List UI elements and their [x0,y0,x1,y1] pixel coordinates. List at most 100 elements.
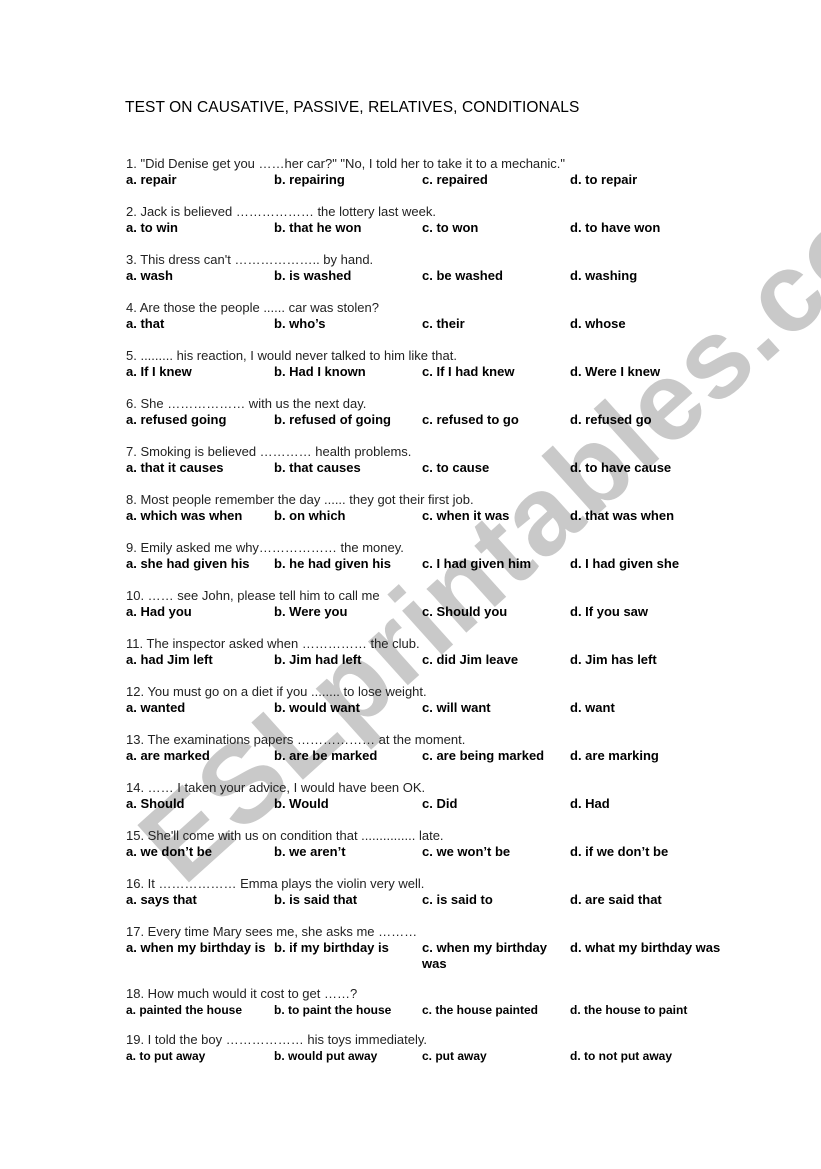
question-item: 7. Smoking is believed ………… health probl… [126,443,746,491]
question-item: 6. She ……………… with us the next day. a. re… [126,395,746,443]
answer-option-b: b. that he won [274,220,362,235]
answer-option-c: c. If I had knew [422,364,515,379]
answer-option-c: c. will want [422,700,491,715]
answer-option-b: b. he had given his [274,556,392,571]
answer-option-d: d. to have cause [570,460,672,475]
question-stem: 1. "Did Denise get you ……her car?" "No, … [126,156,565,171]
answer-option-b: b. if my birthday is [274,940,389,955]
answer-option-b: b. on which [274,508,346,523]
answer-option-a: a. Should [126,796,185,811]
question-item: 14. …… I taken your advice, I would have… [126,779,746,827]
answer-option-a: a. If I knew [126,364,192,379]
answer-option-d: d. if we don’t be [570,844,669,859]
answer-option-c: c. when it was [422,508,510,523]
answer-option-d: d. want [570,700,615,715]
question-item: 2. Jack is believed ……………… the lottery l… [126,203,746,251]
page-title: TEST ON CAUSATIVE, PASSIVE, RELATIVES, C… [125,99,580,116]
question-stem: 9. Emily asked me why……………… the money. [126,540,404,555]
answer-options: a. If I knew b. Had I known c. If I had kn… [126,364,746,380]
answer-options: a. that it causes b. that causes c. to cau… [126,460,746,476]
answer-option-b: b. is said that [274,892,358,907]
question-stem: 10. …… see John, please tell him to call… [126,588,380,603]
answer-option-a: a. when my birthday is [126,940,266,955]
answer-option-a: a. we don’t be [126,844,212,859]
answer-option-b: b. refused of going [274,412,391,427]
question-stem: 8. Most people remember the day ...... t… [126,492,474,507]
answer-option-c: c. be washed [422,268,503,283]
answer-option-c: c. we won’t be [422,844,511,859]
answer-option-b: b. would want [274,700,360,715]
question-stem: 3. This dress can't ……………….. by hand. [126,252,374,267]
answer-option-c: c. to cause [422,460,490,475]
question-stem: 16. It ……………… Emma plays the violin very… [126,876,425,891]
answer-option-c: c. Should you [422,604,508,619]
answer-option-c: c. to won [422,220,479,235]
answer-option-a: a. wash [126,268,173,283]
answer-option-b: b. Jim had left [274,652,362,667]
answer-option-d: d. what my birthday was [570,940,721,955]
answer-option-b: b. Were you [274,604,348,619]
answer-option-a: a. repair [126,172,177,187]
answer-option-d: d. whose [570,316,626,331]
question-stem: 5. ......... his reaction, I would never… [126,348,457,363]
answer-options: a. to win b. that he won c. to won d. to ha… [126,220,746,236]
answer-option-d: d. to repair [570,172,638,187]
answer-option-a: a. she had given his [126,556,250,571]
question-list: 1. "Did Denise get you ……her car?" "No, … [126,155,746,1079]
question-stem: 15. She'll come with us on condition tha… [126,828,444,843]
answer-option-a: a. to put away [126,1049,206,1063]
answer-option-d: d. are marking [570,748,659,763]
question-item: 17. Every time Mary sees me, she asks me… [126,923,746,985]
answer-option-c: c. are being marked [422,748,545,763]
answer-option-a: a. to win [126,220,178,235]
question-stem: 19. I told the boy ……………… his toys immed… [126,1032,428,1047]
answer-options: a. to put away b. would put away c. put aw… [126,1048,746,1064]
answer-option-a: a. wanted [126,700,186,715]
answer-option-d: d. Were I knew [570,364,661,379]
question-item: 1. "Did Denise get you ……her car?" "No, … [126,155,746,203]
answer-option-b: b. would put away [274,1049,378,1063]
answer-options: a. Had you b. Were you c. Should you d. If … [126,604,746,620]
question-item: 13. The examinations papers ……………… at th… [126,731,746,779]
answer-option-b: b. Would [274,796,329,811]
answer-option-b: b. are be marked [274,748,378,763]
answer-option-d: d. are said that [570,892,662,907]
question-item: 9. Emily asked me why……………… the money. a.… [126,539,746,587]
answer-options: a. that b. who’s c. their d. whose [126,316,746,332]
question-stem: 11. The inspector asked when …………… the c… [126,636,420,651]
question-item: 15. She'll come with us on condition tha… [126,827,746,875]
answer-option-a: a. Had you [126,604,192,619]
answer-options: a. painted the house b. to paint the hous… [126,1002,746,1018]
answer-options: a. which was when b. on which c. when it w… [126,508,746,524]
question-stem: 17. Every time Mary sees me, she asks me… [126,924,418,939]
answer-option-a: a. which was when [126,508,243,523]
answer-option-c: c. put away [422,1049,487,1063]
answer-options: a. repair b. repairing c. repaired d. to re… [126,172,746,188]
question-item: 8. Most people remember the day ...... t… [126,491,746,539]
answer-option-c: c. refused to go [422,412,519,427]
answer-option-a: a. painted the house [126,1003,243,1017]
answer-option-b: b. repairing [274,172,345,187]
answer-option-d: d. washing [570,268,638,283]
answer-option-a: a. that it causes [126,460,224,475]
answer-options: a. we don’t be b. we aren’t c. we won’t be… [126,844,746,860]
answer-option-b: b. that causes [274,460,361,475]
question-item: 3. This dress can't ……………….. by hand. a. … [126,251,746,299]
answer-option-d: d. I had given she [570,556,680,571]
answer-option-c: c. is said to [422,892,493,907]
answer-option-c: c. the house painted [422,1003,539,1017]
answer-option-d: d. that was when [570,508,675,523]
answer-option-c: c. repaired [422,172,488,187]
question-item: 16. It ……………… Emma plays the violin very… [126,875,746,923]
answer-option-b: b. to paint the house [274,1003,392,1017]
question-item: 10. …… see John, please tell him to call… [126,587,746,635]
question-stem: 6. She ……………… with us the next day. [126,396,367,411]
question-stem: 7. Smoking is believed ………… health probl… [126,444,412,459]
question-stem: 4. Are those the people ...... car was s… [126,300,379,315]
answer-option-d: d. If you saw [570,604,649,619]
answer-options: a. when my birthday is b. if my birthday … [126,940,746,972]
answer-option-a: a. that [126,316,165,331]
answer-option-d: d. the house to paint [570,1003,688,1017]
question-item: 11. The inspector asked when …………… the c… [126,635,746,683]
answer-option-d: d. refused go [570,412,652,427]
